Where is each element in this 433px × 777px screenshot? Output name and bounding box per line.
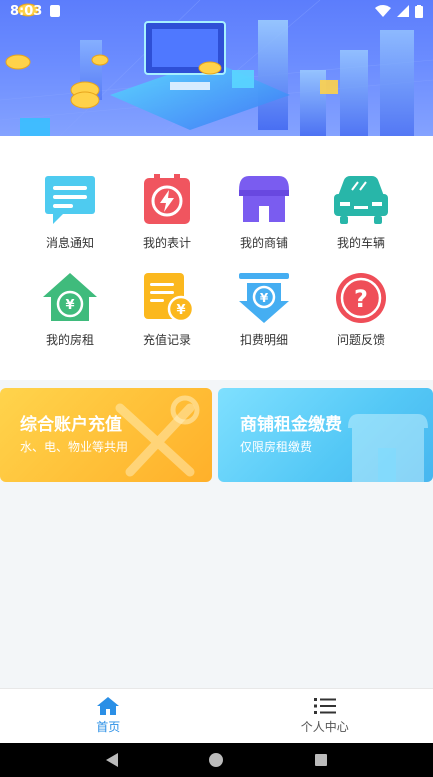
system-navigation-bar xyxy=(0,743,433,777)
svg-text:¥: ¥ xyxy=(260,291,269,305)
battery-icon xyxy=(415,4,423,18)
grid-item-recharge-record[interactable]: ¥ 充值记录 xyxy=(117,271,217,348)
grid-item-message[interactable]: 消息通知 xyxy=(20,174,120,251)
shop-icon xyxy=(239,176,289,222)
grid-item-label: 问题反馈 xyxy=(336,333,385,347)
svg-text:?: ? xyxy=(354,285,368,313)
grid-item-label: 我的商铺 xyxy=(239,236,288,250)
grid-item-label: 我的表计 xyxy=(142,236,191,250)
back-icon[interactable] xyxy=(104,752,120,768)
recharge-record-icon: ¥ xyxy=(144,273,195,323)
grid-item-deduction-detail[interactable]: ¥ 扣费明细 xyxy=(214,271,314,348)
svg-text:¥: ¥ xyxy=(65,298,74,313)
message-icon xyxy=(45,176,95,224)
grid-item-label: 扣费明细 xyxy=(239,333,288,347)
grid-item-label: 我的房租 xyxy=(45,333,94,347)
meter-icon xyxy=(144,174,190,224)
status-icons xyxy=(375,4,423,18)
grid-item-label: 消息通知 xyxy=(45,236,94,250)
status-bar: 8:03 xyxy=(0,0,433,22)
grid-item-shop[interactable]: 我的商铺 xyxy=(214,174,314,251)
storefront-illustration xyxy=(348,414,428,482)
grid-item-car[interactable]: 我的车辆 xyxy=(311,174,411,251)
tools-illustration xyxy=(115,395,200,477)
svg-text:¥: ¥ xyxy=(176,303,185,318)
car-icon xyxy=(334,176,388,224)
grid-item-label: 我的车辆 xyxy=(336,236,385,250)
account-recharge-card[interactable]: 综合账户充值 水、电、物业等共用 xyxy=(0,388,212,482)
grid-item-meter[interactable]: 我的表计 xyxy=(117,174,217,251)
grid-item-label: 充值记录 xyxy=(142,333,191,347)
function-grid: 消息通知 我的表计 我的商铺 我的车辆 ¥ 我的房租 ¥ 充值记录 ¥ 扣费明细… xyxy=(0,136,433,380)
card-subtitle: 水、电、物业等共用 xyxy=(20,440,129,454)
wifi-icon xyxy=(375,5,391,17)
tab-profile[interactable]: 个人中心 xyxy=(217,689,433,743)
card-subtitle: 仅限房租缴费 xyxy=(240,440,313,454)
sd-card-icon xyxy=(50,5,61,17)
card-title: 综合账户充值 xyxy=(20,415,122,435)
shop-rent-payment-card[interactable]: 商铺租金缴费 仅限房租缴费 xyxy=(218,388,433,482)
house-rent-icon: ¥ xyxy=(43,273,97,321)
feedback-icon: ? xyxy=(336,273,386,323)
tab-home[interactable]: 首页 xyxy=(0,689,217,743)
status-time: 8:03 xyxy=(10,3,43,19)
tab-label: 个人中心 xyxy=(300,720,349,734)
deduction-detail-icon: ¥ xyxy=(239,273,289,323)
signal-icon xyxy=(397,5,409,17)
bottom-navigation: 首页 个人中心 xyxy=(0,688,433,743)
grid-item-house-rent[interactable]: ¥ 我的房租 xyxy=(20,271,120,348)
home-icon xyxy=(97,697,120,715)
grid-item-feedback[interactable]: ? 问题反馈 xyxy=(311,271,411,348)
list-icon xyxy=(313,698,336,714)
card-title: 商铺租金缴费 xyxy=(240,415,342,435)
home-button-icon[interactable] xyxy=(208,752,224,768)
tab-label: 首页 xyxy=(96,720,121,734)
recents-icon[interactable] xyxy=(313,752,329,768)
